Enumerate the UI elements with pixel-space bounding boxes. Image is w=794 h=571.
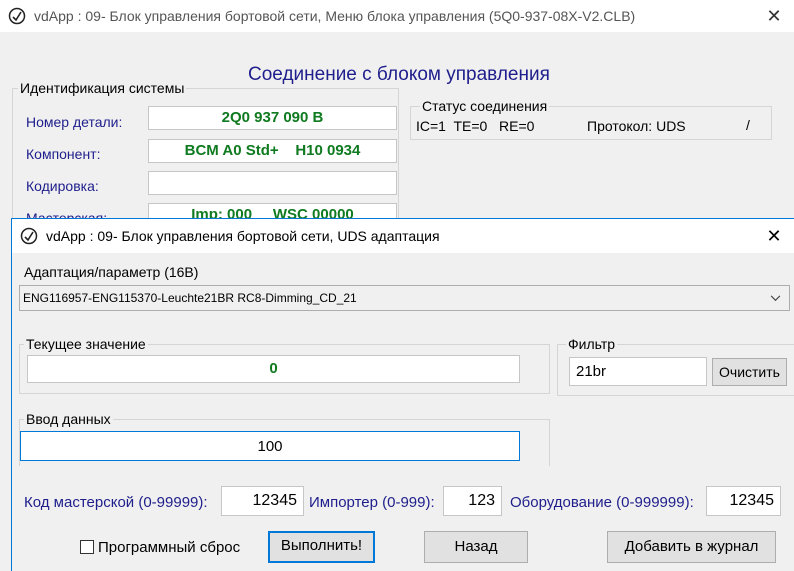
part-number-label: Номер детали:: [26, 114, 123, 130]
current-value-label: Текущее значение: [24, 336, 148, 352]
data-input-label: Ввод данных: [24, 411, 113, 427]
data-input-field[interactable]: [20, 431, 520, 461]
adaptation-selected-value: ENG116957-ENG115370-Leuchte21BR RC8-Dimm…: [23, 291, 357, 305]
equipment-field[interactable]: 12345: [706, 486, 781, 516]
status-group-label: Статус соединения: [420, 98, 550, 114]
chevron-down-icon[interactable]: [770, 295, 781, 302]
main-window-title: vdApp : 09- Блок управления бортовой сет…: [34, 8, 636, 24]
filter-label: Фильтр: [566, 336, 618, 352]
close-icon[interactable]: ✕: [762, 4, 786, 28]
main-titlebar: vdApp : 09- Блок управления бортовой сет…: [0, 0, 794, 32]
protocol-text: Протокол: UDS: [587, 118, 686, 134]
app-icon: [20, 227, 38, 245]
workshop-code-label: Код мастерской (0-99999):: [24, 494, 208, 511]
close-icon[interactable]: ✕: [762, 224, 786, 248]
importer-label: Импортер (0-999):: [309, 494, 435, 511]
soft-reset-label[interactable]: Программный сброс: [98, 539, 240, 556]
component-label: Компонент:: [26, 146, 101, 162]
dialog-title: vdApp : 09- Блок управления бортовой сет…: [46, 228, 440, 244]
filter-input[interactable]: [569, 357, 707, 386]
current-value-field: 0: [27, 355, 520, 383]
adaptation-dialog: vdApp : 09- Блок управления бортовой сет…: [11, 218, 794, 571]
adaptation-label: Адаптация/параметр (16B): [24, 264, 199, 280]
back-button[interactable]: Назад: [424, 531, 528, 563]
workshop-code-field[interactable]: 12345: [221, 486, 304, 516]
coding-label: Кодировка:: [26, 178, 99, 194]
clear-filter-button[interactable]: Очистить: [712, 358, 787, 386]
execute-button[interactable]: Выполнить!: [268, 531, 375, 563]
equipment-label: Оборудование (0-999999):: [510, 494, 694, 511]
status-text: IC=1 TE=0 RE=0: [416, 118, 535, 134]
connection-heading: Соединение с блоком управления: [248, 64, 550, 85]
importer-field[interactable]: 123: [443, 486, 502, 516]
part-number-field: 2Q0 937 090 B: [148, 106, 397, 130]
dialog-titlebar: vdApp : 09- Блок управления бортовой сет…: [12, 219, 794, 253]
soft-reset-checkbox[interactable]: [80, 540, 94, 554]
add-to-log-button[interactable]: Добавить в журнал: [607, 531, 776, 563]
coding-field: [148, 171, 397, 195]
status-spinner: /: [746, 117, 750, 133]
ident-group-label: Идентификация системы: [18, 80, 187, 96]
component-field: BCM A0 Std+ H10 0934: [148, 139, 397, 163]
app-icon: [8, 7, 26, 25]
adaptation-select[interactable]: ENG116957-ENG115370-Leuchte21BR RC8-Dimm…: [19, 285, 790, 311]
